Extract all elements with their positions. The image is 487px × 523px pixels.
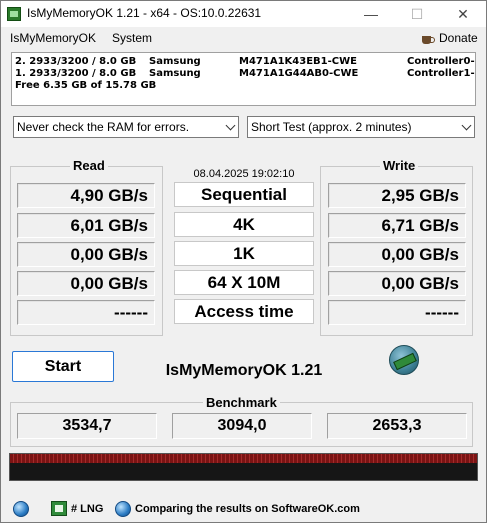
read-value-sequential: 4,90 GB/s — [17, 183, 155, 208]
module-controller: Controller1- — [407, 68, 475, 79]
write-value-sequential: 2,95 GB/s — [328, 183, 466, 208]
globe-icon[interactable] — [115, 501, 131, 517]
test-length-value: Short Test (approx. 2 minutes) — [251, 120, 412, 134]
benchmark-value-3: 2653,3 — [327, 413, 467, 439]
minimize-button[interactable]: — — [348, 1, 394, 27]
coffee-cup-icon — [421, 31, 435, 45]
compare-results-link[interactable]: Comparing the results on SoftwareOK.com — [135, 503, 360, 515]
chevron-down-icon — [225, 120, 236, 131]
ram-chip-icon[interactable] — [389, 345, 419, 375]
write-heading: Write — [380, 158, 419, 173]
test-length-dropdown[interactable]: Short Test (approx. 2 minutes) — [247, 116, 475, 138]
menu-bar: IsMyMemoryOK System Donate — [1, 28, 486, 48]
benchmark-value-2: 3094,0 — [172, 413, 312, 439]
error-check-dropdown[interactable]: Never check the RAM for errors. — [13, 116, 239, 138]
title-bar: IsMyMemoryOK 1.21 - x64 - OS:10.0.22631 … — [1, 1, 486, 27]
module-spec: 1. 2933/3200 / 8.0 GB — [15, 68, 137, 79]
write-value-4k: 6,71 GB/s — [328, 213, 466, 238]
read-value-4k: 6,01 GB/s — [17, 213, 155, 238]
app-window: IsMyMemoryOK 1.21 - x64 - OS:10.0.22631 … — [0, 0, 487, 523]
memory-usage-graph — [9, 453, 478, 481]
free-memory-text: Free 6.35 GB of 15.78 GB — [15, 80, 157, 91]
read-value-access-time: ------ — [17, 300, 155, 325]
status-bar: # LNG Comparing the results on SoftwareO… — [1, 494, 486, 522]
test-datetime: 08.04.2025 19:02:10 — [193, 168, 295, 180]
language-flag-icon[interactable] — [51, 501, 67, 516]
benchmark-value-1: 3534,7 — [17, 413, 157, 439]
chevron-down-icon — [461, 120, 472, 131]
module-spec: 2. 2933/3200 / 8.0 GB — [15, 56, 137, 67]
graph-upper-band — [10, 454, 477, 463]
app-logo-icon — [7, 7, 21, 21]
menu-ismymemoryok[interactable]: IsMyMemoryOK — [10, 31, 96, 45]
close-button[interactable]: ✕ — [440, 1, 486, 27]
test-access-time-button[interactable]: Access time — [174, 299, 314, 324]
module-brand: Samsung — [149, 56, 201, 67]
write-value-access-time: ------ — [328, 300, 466, 325]
donate-label: Donate — [439, 31, 478, 45]
maximize-button[interactable]: ☐ — [394, 1, 440, 27]
write-value-1k: 0,00 GB/s — [328, 242, 466, 267]
benchmark-heading: Benchmark — [203, 395, 280, 410]
memory-module-row: 1. 2933/3200 / 8.0 GB Samsung M471A1G44A… — [15, 68, 475, 80]
window-title: IsMyMemoryOK 1.21 - x64 - OS:10.0.22631 — [27, 6, 262, 20]
test-1k-button[interactable]: 1K — [174, 241, 314, 266]
free-memory-row: Free 6.35 GB of 15.78 GB — [15, 80, 475, 92]
graph-lower-band — [10, 463, 477, 480]
language-label[interactable]: # LNG — [71, 503, 103, 515]
memory-module-row: 2. 2933/3200 / 8.0 GB Samsung M471A1K43E… — [15, 56, 475, 68]
menu-system[interactable]: System — [112, 31, 152, 45]
memory-info-list[interactable]: 2. 2933/3200 / 8.0 GB Samsung M471A1K43E… — [11, 52, 476, 106]
start-button[interactable]: Start — [12, 351, 114, 382]
module-part-number: M471A1G44AB0-CWE — [239, 68, 359, 79]
app-name-label: IsMyMemoryOK 1.21 — [165, 362, 323, 379]
module-brand: Samsung — [149, 68, 201, 79]
module-part-number: M471A1K43EB1-CWE — [239, 56, 357, 67]
test-4k-button[interactable]: 4K — [174, 212, 314, 237]
error-check-value: Never check the RAM for errors. — [17, 120, 190, 134]
write-value-64x10m: 0,00 GB/s — [328, 271, 466, 296]
donate-link[interactable]: Donate — [421, 29, 478, 47]
read-value-1k: 0,00 GB/s — [17, 242, 155, 267]
read-heading: Read — [70, 158, 108, 173]
test-64x10m-button[interactable]: 64 X 10M — [174, 270, 314, 295]
module-controller: Controller0- — [407, 56, 475, 67]
globe-icon[interactable] — [13, 501, 29, 517]
test-sequential-button[interactable]: Sequential — [174, 182, 314, 207]
read-value-64x10m: 0,00 GB/s — [17, 271, 155, 296]
